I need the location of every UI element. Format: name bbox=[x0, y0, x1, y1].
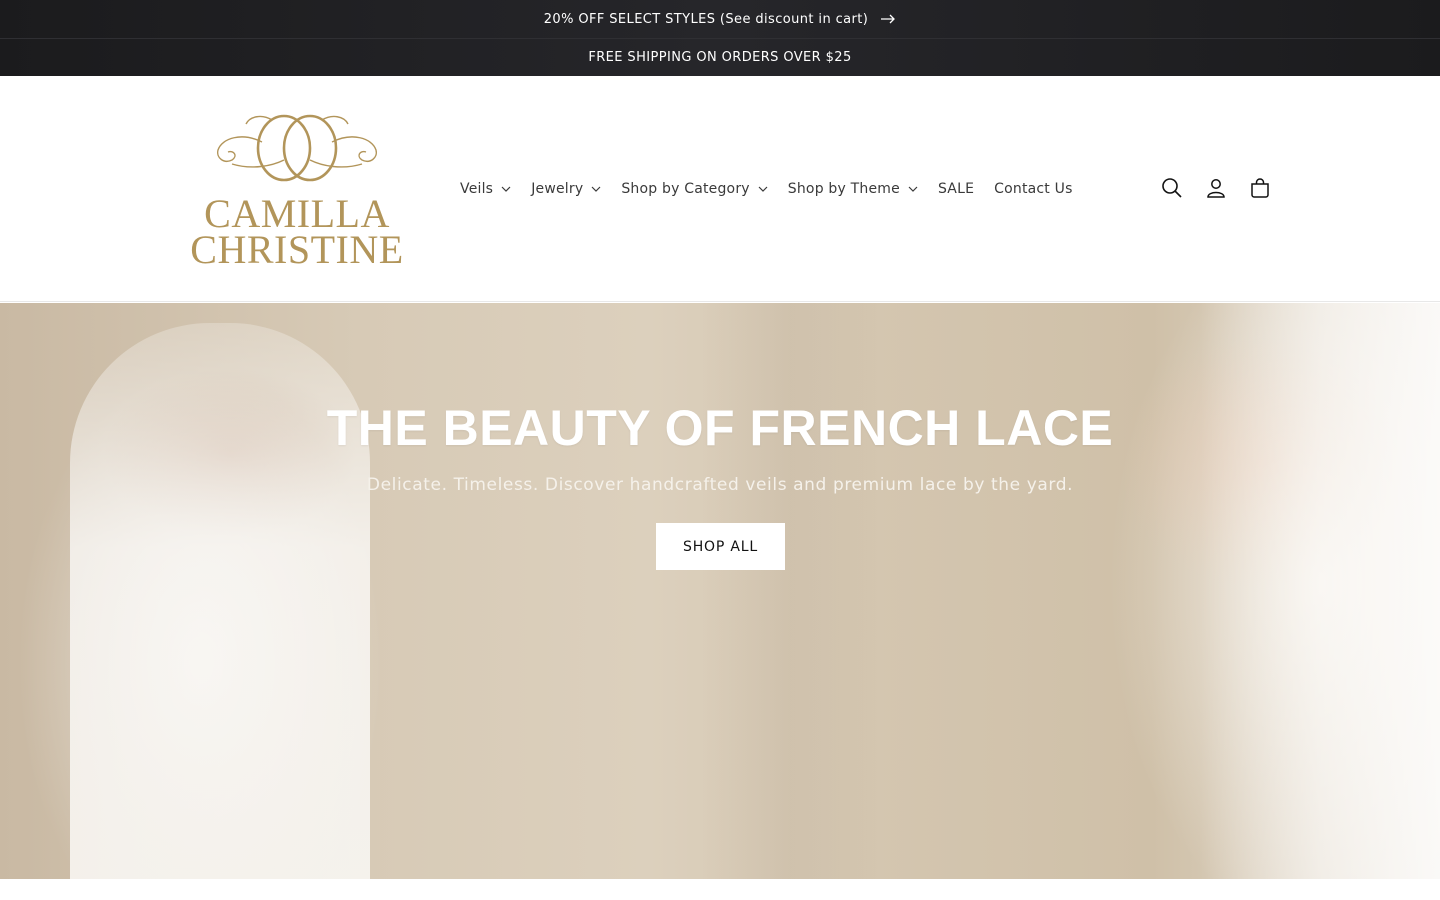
nav-item-contact-us[interactable]: Contact Us bbox=[994, 181, 1072, 197]
account-icon[interactable] bbox=[1194, 174, 1238, 202]
site-header: CAMILLA CHRISTINE Veils Jewelry Shop by … bbox=[0, 76, 1440, 302]
chevron-down-icon bbox=[908, 186, 918, 192]
announcement-shipping-text: FREE SHIPPING ON ORDERS OVER $25 bbox=[588, 50, 852, 65]
announcement-discount-text[interactable]: 20% OFF SELECT STYLES (See discount in c… bbox=[544, 12, 869, 27]
page-below-fold bbox=[0, 879, 1440, 900]
nav-item-veils[interactable]: Veils bbox=[460, 181, 511, 197]
search-icon[interactable] bbox=[1150, 174, 1194, 202]
nav-item-shop-by-category[interactable]: Shop by Category bbox=[621, 181, 768, 197]
hero-banner: THE BEAUTY OF FRENCH LACE Delicate. Time… bbox=[0, 303, 1440, 879]
hero-title: THE BEAUTY OF FRENCH LACE bbox=[326, 400, 1114, 456]
chevron-down-icon bbox=[591, 186, 601, 192]
monogram-logo-icon bbox=[217, 114, 377, 182]
hero-background-wall bbox=[700, 303, 880, 879]
arrow-right-icon[interactable] bbox=[880, 14, 896, 24]
brand-name-line2: CHRISTINE bbox=[190, 227, 404, 272]
nav-item-label: Jewelry bbox=[531, 181, 584, 197]
nav-item-label: Contact Us bbox=[994, 181, 1073, 197]
nav-item-label: Shop by Category bbox=[621, 181, 750, 197]
chevron-down-icon bbox=[758, 186, 768, 192]
announcement-bar-shipping: FREE SHIPPING ON ORDERS OVER $25 bbox=[0, 38, 1440, 76]
nav-item-jewelry[interactable]: Jewelry bbox=[531, 181, 601, 197]
chevron-down-icon bbox=[501, 186, 511, 192]
hero-model-image-right bbox=[1200, 303, 1440, 879]
nav-item-shop-by-theme[interactable]: Shop by Theme bbox=[788, 181, 918, 197]
shop-all-button[interactable]: SHOP ALL bbox=[656, 523, 785, 570]
cart-icon[interactable] bbox=[1238, 174, 1282, 202]
nav-item-label: SALE bbox=[937, 181, 975, 197]
nav-item-label: Veils bbox=[460, 181, 494, 197]
header-icons bbox=[1150, 174, 1282, 202]
hero-subtitle: Delicate. Timeless. Discover handcrafted… bbox=[366, 475, 1074, 495]
nav-item-label: Shop by Theme bbox=[787, 181, 900, 197]
announcement-bar-discount[interactable]: 20% OFF SELECT STYLES (See discount in c… bbox=[0, 0, 1440, 38]
nav-item-sale[interactable]: SALE bbox=[938, 181, 974, 197]
brand-logo[interactable]: CAMILLA CHRISTINE bbox=[190, 112, 404, 272]
main-navigation: Veils Jewelry Shop by Category Shop by T… bbox=[450, 176, 1083, 202]
